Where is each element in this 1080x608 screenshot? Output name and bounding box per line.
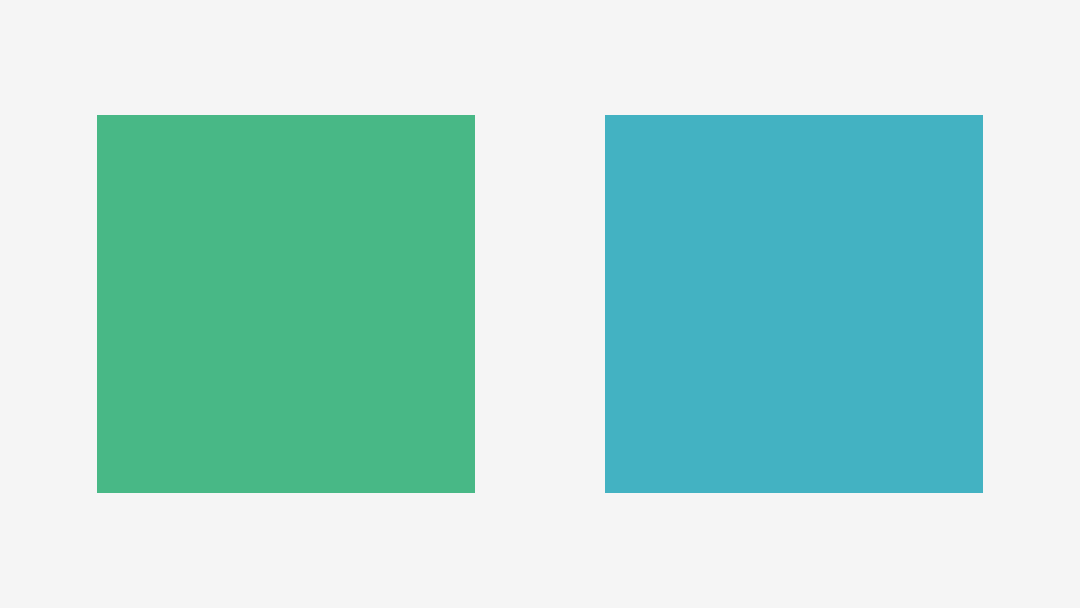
canvas <box>0 0 1080 608</box>
green-color-swatch <box>97 115 475 493</box>
teal-color-swatch <box>605 115 983 493</box>
